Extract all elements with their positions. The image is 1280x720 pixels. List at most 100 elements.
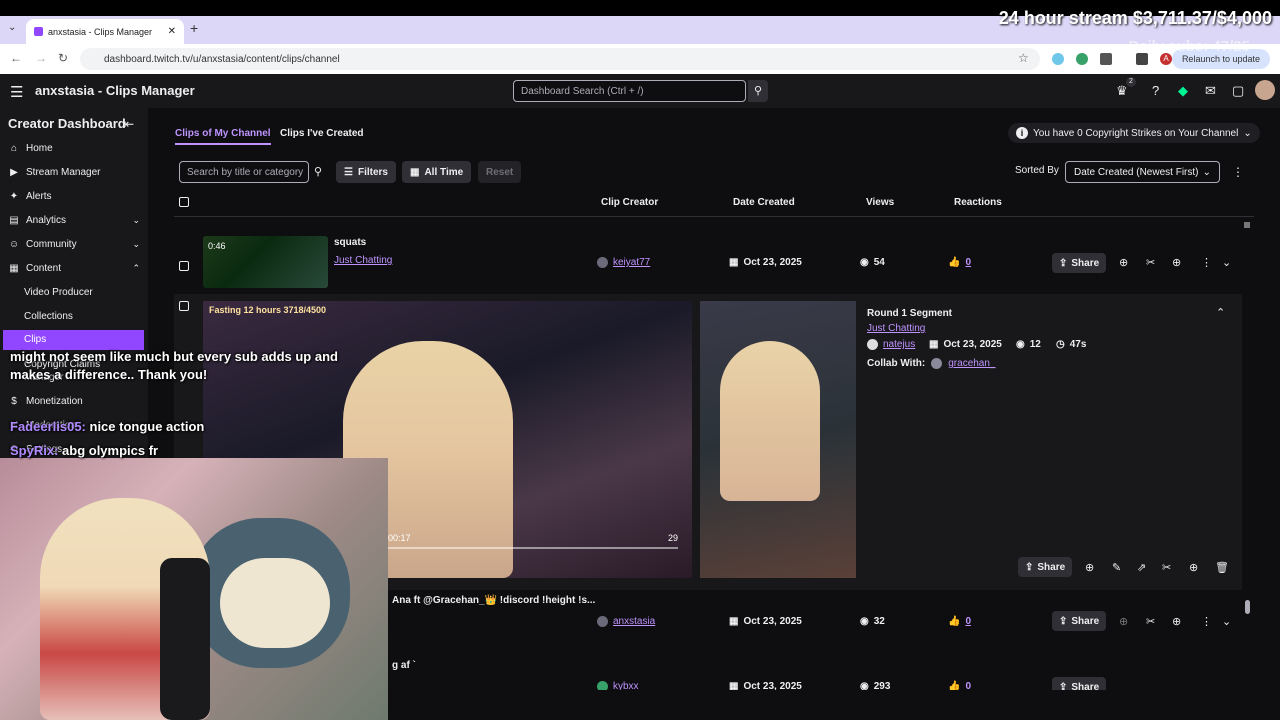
copyright-strikes-dropdown[interactable]: i You have 0 Copyright Strikes on Your C…	[1008, 123, 1260, 143]
chat-message: SpyRix: abg olympics fr	[10, 443, 158, 458]
all-time-button[interactable]: ▦ All Time	[402, 161, 472, 183]
filters-button[interactable]: ☰ Filters	[336, 161, 396, 183]
dashboard-search-input[interactable]: Dashboard Search (Ctrl + /)	[513, 80, 746, 102]
back-icon[interactable]: ←	[10, 51, 22, 65]
chevron-down-icon: ⌄	[132, 239, 140, 249]
chevron-down-icon[interactable]: ⌄	[1222, 615, 1231, 628]
divider	[174, 216, 1254, 217]
crown-icon[interactable]: ♛	[1116, 83, 1128, 99]
chevron-down-icon[interactable]: ⌄	[1222, 256, 1231, 269]
clip-title[interactable]: Ana ft @Gracehan_👑 !discord !height !s..…	[392, 595, 595, 606]
segment-creator-link[interactable]: natejus	[867, 339, 915, 350]
tab-clips-of-my-channel[interactable]: Clips of My Channel	[175, 128, 271, 145]
collab-user-link[interactable]: gracehan_	[948, 358, 995, 369]
calendar-icon: ▦	[729, 616, 739, 627]
chevron-up-icon[interactable]: ⌃	[1216, 306, 1225, 319]
add-icon[interactable]: ⊕	[1189, 561, 1198, 574]
extension-icon[interactable]	[1076, 53, 1088, 65]
sort-select[interactable]: Date Created (Newest First) ⌄	[1065, 161, 1220, 183]
scroll-up-arrow[interactable]	[1244, 222, 1250, 228]
publish-icon[interactable]: ⊕	[1085, 561, 1094, 574]
people-icon: ☺	[8, 239, 20, 250]
reactions-cell[interactable]: 👍 0	[948, 616, 971, 627]
more-options-icon[interactable]: ⋮	[1232, 165, 1244, 179]
sidebar-item-analytics[interactable]: ▤ Analytics ⌄	[8, 215, 140, 226]
tab-clips-ive-created[interactable]: Clips I've Created	[280, 128, 364, 139]
scissors-icon[interactable]: ✂	[1162, 561, 1171, 574]
scrollbar-thumb[interactable]	[1245, 600, 1250, 614]
filter-icon: ☰	[344, 166, 353, 178]
whispers-icon[interactable]: ▢	[1232, 83, 1244, 99]
sidebar-item-monetization[interactable]: $ Monetization	[8, 396, 140, 407]
share-button[interactable]: ⇪ Share	[1018, 557, 1073, 577]
segment-views: ◉ 12	[1016, 339, 1041, 350]
sidebar-item-label: Content	[26, 263, 62, 274]
row-checkbox[interactable]	[179, 301, 189, 311]
video-scrubber[interactable]	[388, 547, 678, 549]
search-icon[interactable]: ⚲	[314, 165, 322, 178]
sidebar-item-video-producer[interactable]: Video Producer	[24, 287, 93, 298]
more-options-icon[interactable]: ⋮	[1201, 256, 1212, 269]
views-cell: ◉ 32	[860, 616, 885, 627]
forward-icon[interactable]: →	[35, 51, 47, 65]
sidebar-item-alerts[interactable]: ✦ Alerts	[8, 191, 140, 202]
help-icon[interactable]: ?	[1152, 83, 1159, 98]
new-tab-icon[interactable]: +	[190, 20, 198, 36]
mail-icon[interactable]: ✉	[1205, 83, 1216, 99]
collab-info: Collab With: gracehan_	[867, 358, 996, 369]
scissors-icon[interactable]: ✂	[1146, 256, 1155, 269]
notification-badge: 2	[1126, 77, 1136, 87]
publish-icon[interactable]: ⊕	[1119, 256, 1128, 269]
clip-creator-link[interactable]: anxstasia	[597, 616, 655, 627]
clip-search-input[interactable]: Search by title or category	[179, 161, 309, 183]
add-icon[interactable]: ⊕	[1172, 256, 1181, 269]
clip-creator-link[interactable]: keiyat77	[597, 257, 650, 268]
select-all-checkbox[interactable]	[179, 197, 189, 207]
user-avatar[interactable]	[1255, 80, 1275, 100]
external-link-icon[interactable]: ⇗	[1137, 561, 1146, 574]
clip-category-link[interactable]: Just Chatting	[334, 255, 392, 266]
bookmark-star-icon[interactable]: ☆	[1018, 51, 1029, 65]
extensions-puzzle-icon[interactable]	[1100, 53, 1112, 65]
add-icon[interactable]: ⊕	[1172, 615, 1181, 628]
collapse-sidebar-icon[interactable]: ⇤	[124, 117, 134, 131]
clip-title[interactable]: squats	[334, 237, 366, 248]
tab-list-chevron-icon[interactable]: ⌄	[8, 22, 16, 33]
views-text: 12	[1029, 339, 1041, 350]
share-label: Share	[1071, 615, 1100, 627]
more-options-icon[interactable]: ⋮	[1201, 615, 1212, 628]
share-button[interactable]: ⇪ Share	[1052, 253, 1107, 273]
calendar-icon: ▦	[729, 257, 739, 268]
sidebar-item-stream-manager[interactable]: ▶ Stream Manager	[8, 167, 140, 178]
reactions-cell[interactable]: 👍 0	[948, 257, 971, 268]
sidebar-item-content[interactable]: ▦ Content ⌃	[8, 263, 140, 274]
sidebar-item-collections[interactable]: Collections	[24, 311, 73, 322]
scissors-icon[interactable]: ✂	[1146, 615, 1155, 628]
browser-tab-title: anxstasia - Clips Manager	[48, 26, 153, 37]
browser-tab[interactable]: anxstasia - Clips Manager ✕	[26, 19, 184, 44]
close-tab-icon[interactable]: ✕	[168, 26, 176, 37]
extension-icon[interactable]	[1052, 53, 1064, 65]
sidebar-item-community[interactable]: ☺ Community ⌄	[8, 239, 140, 250]
stream-goal-overlay: 24 hour stream $3,711.37/$4,000	[998, 8, 1272, 28]
search-icon[interactable]: ⚲	[748, 80, 768, 102]
menu-icon[interactable]: ☰	[10, 83, 23, 101]
creator-name: natejus	[883, 339, 916, 350]
publish-icon[interactable]: ⊕	[1119, 615, 1128, 628]
sidebar-item-clips[interactable]: Clips	[24, 334, 46, 345]
address-bar[interactable]: dashboard.twitch.tv/u/anxstasia/content/…	[80, 48, 1040, 70]
reset-button[interactable]: Reset	[478, 161, 522, 183]
reload-icon[interactable]: ↻	[58, 51, 68, 65]
delete-icon[interactable]: 🗑	[1215, 561, 1229, 574]
clip-title[interactable]: g af `	[392, 660, 416, 671]
sidebar-item-home[interactable]: ⌂ Home	[8, 143, 140, 154]
home-icon: ⌂	[10, 143, 18, 154]
segment-category-link[interactable]: Just Chatting	[867, 323, 925, 334]
row-checkbox[interactable]	[179, 261, 189, 271]
share-button[interactable]: ⇪ Share	[1052, 611, 1107, 631]
creator-icon[interactable]: ◆	[1178, 83, 1188, 99]
all-time-label: All Time	[424, 166, 464, 178]
clip-segment-preview[interactable]	[700, 301, 856, 578]
sidebar-item-label: Community	[26, 239, 77, 250]
edit-icon[interactable]: ✎	[1112, 561, 1121, 574]
